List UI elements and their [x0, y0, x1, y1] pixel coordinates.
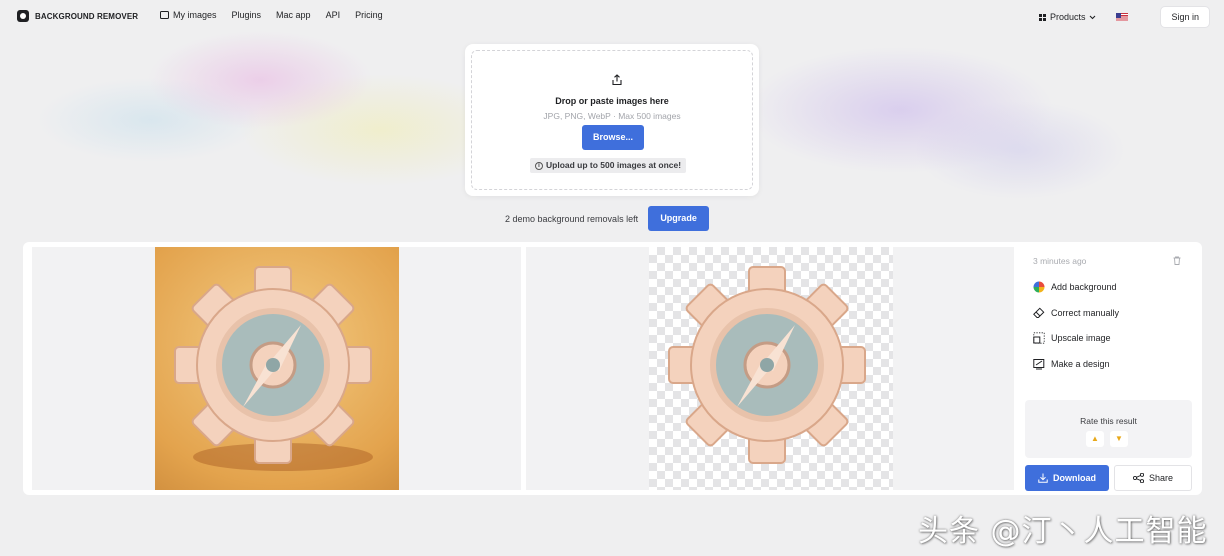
info-icon: i	[535, 161, 543, 170]
upscale-image-button[interactable]: Upscale image	[1033, 332, 1111, 344]
result-card: 3 minutes ago Add background Correct man…	[23, 242, 1202, 495]
action-label: Make a design	[1051, 359, 1110, 369]
nav-label: Pricing	[355, 10, 383, 20]
make-design-button[interactable]: Make a design	[1033, 358, 1110, 370]
rating-buttons: ▲ ▼	[1086, 431, 1128, 447]
action-label: Upscale image	[1051, 333, 1111, 343]
logo-icon	[17, 10, 29, 22]
result-pane	[526, 247, 1014, 490]
brand-logo[interactable]: BACKGROUND REMOVER	[17, 10, 138, 22]
download-button[interactable]: Download	[1025, 465, 1109, 491]
brand-name: BACKGROUND REMOVER	[35, 11, 139, 21]
action-label: Correct manually	[1051, 308, 1120, 318]
design-icon	[1033, 359, 1045, 370]
drop-subtitle: JPG, PNG, WebP · Max 500 images	[543, 111, 681, 121]
products-menu[interactable]: Products	[1033, 8, 1103, 26]
nav-label: Mac app	[276, 10, 311, 20]
eraser-icon	[1033, 307, 1045, 318]
rating-box: Rate this result ▲ ▼	[1025, 400, 1192, 458]
watermark-text: 头条 @汀丶人工智能	[918, 514, 1208, 549]
download-icon	[1038, 473, 1048, 483]
correct-manually-button[interactable]: Correct manually	[1033, 307, 1119, 319]
browse-button[interactable]: Browse...	[582, 125, 644, 150]
nav-label: API	[325, 10, 341, 20]
nav-label: My images	[173, 10, 217, 20]
share-button[interactable]: Share	[1114, 465, 1192, 491]
top-nav: BACKGROUND REMOVER My images Plugins Mac…	[0, 0, 1224, 32]
timestamp: 3 minutes ago	[1033, 256, 1087, 266]
nav-label: Plugins	[231, 10, 262, 20]
nav-api[interactable]: API	[326, 10, 341, 20]
demo-row: 2 demo background removals left Upgrade	[505, 206, 710, 231]
share-icon	[1132, 473, 1144, 483]
rating-title: Rate this result	[1080, 416, 1137, 426]
nav-my-images[interactable]: My images	[160, 10, 217, 20]
upload-limit-note: i Upload up to 500 images at once!	[530, 158, 687, 173]
add-background-button[interactable]: Add background	[1033, 281, 1117, 293]
us-flag-icon[interactable]	[1116, 13, 1129, 21]
nav-mac-app[interactable]: Mac app	[276, 10, 311, 20]
products-label: Products	[1049, 12, 1086, 22]
upload-card: Drop or paste images here JPG, PNG, WebP…	[465, 44, 759, 196]
thumbs-up-icon[interactable]: ▲	[1086, 431, 1104, 447]
demo-remaining-text: 2 demo background removals left	[505, 213, 639, 224]
upscale-icon	[1033, 332, 1045, 344]
note-text: Upload up to 500 images at once!	[546, 160, 682, 170]
gear-icon	[668, 266, 866, 464]
nav-plugins[interactable]: Plugins	[232, 10, 262, 20]
trash-icon[interactable]	[1173, 256, 1181, 265]
dropzone[interactable]: Drop or paste images here JPG, PNG, WebP…	[471, 50, 753, 190]
original-pane	[32, 247, 521, 490]
result-image[interactable]	[649, 247, 893, 490]
upgrade-button[interactable]: Upgrade	[648, 206, 710, 231]
grid-icon	[1038, 13, 1046, 21]
image-icon	[160, 11, 169, 19]
nav-pricing[interactable]: Pricing	[355, 10, 383, 20]
sign-in-button[interactable]: Sign in	[1160, 6, 1210, 28]
thumbs-down-icon[interactable]: ▼	[1110, 431, 1128, 447]
gear-icon	[174, 266, 373, 471]
action-label: Add background	[1051, 282, 1117, 292]
main-nav: My images Plugins Mac app API Pricing	[160, 10, 383, 20]
share-label: Share	[1148, 473, 1174, 483]
drop-title: Drop or paste images here	[555, 96, 669, 106]
header-right: Products Sign in	[1033, 6, 1210, 28]
download-label: Download	[1053, 473, 1096, 483]
result-sidebar: 3 minutes ago Add background Correct man…	[1025, 242, 1195, 495]
upload-icon	[612, 74, 622, 86]
chevron-down-icon	[1090, 15, 1096, 19]
original-image[interactable]	[155, 247, 399, 490]
color-wheel-icon	[1033, 281, 1045, 293]
